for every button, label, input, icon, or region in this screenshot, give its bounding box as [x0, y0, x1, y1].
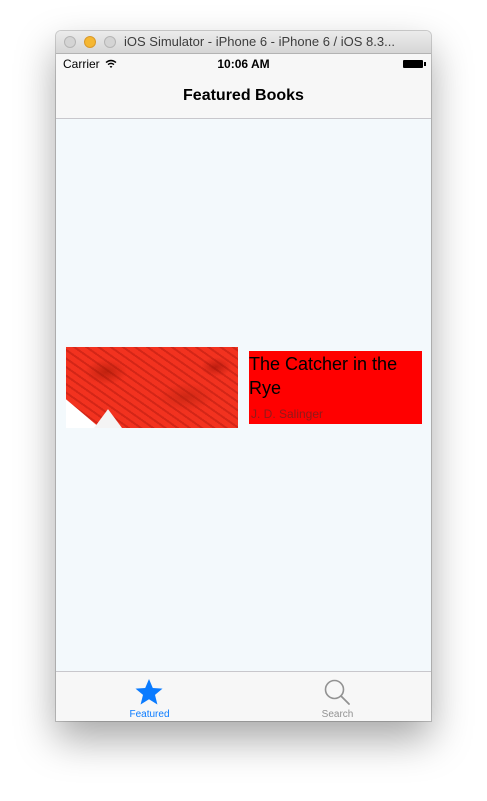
book-cell[interactable]: The Catcher in the Rye J. D. Salinger: [66, 347, 422, 429]
book-cover-image: [66, 347, 238, 428]
close-window-button[interactable]: [64, 36, 76, 48]
tab-featured[interactable]: Featured: [56, 672, 243, 721]
tab-bar: Featured Search: [56, 671, 431, 721]
screen: iOS Simulator - iPhone 6 - iPhone 6 / iO…: [0, 0, 487, 801]
window-title: iOS Simulator - iPhone 6 - iPhone 6 / iO…: [124, 34, 395, 49]
battery-icon: [403, 60, 426, 68]
tab-featured-label: Featured: [129, 709, 170, 720]
status-bar: Carrier 10:06 AM: [56, 54, 431, 74]
book-author: J. D. Salinger: [251, 407, 324, 421]
page-title: Featured Books: [183, 87, 304, 104]
magnifier-icon: [322, 677, 352, 707]
book-info: The Catcher in the Rye J. D. Salinger: [249, 351, 422, 424]
zoom-window-button[interactable]: [104, 36, 116, 48]
star-icon: [134, 677, 164, 707]
books-list[interactable]: The Catcher in the Rye J. D. Salinger: [56, 119, 431, 671]
book-title: The Catcher in the Rye: [249, 354, 398, 398]
window-titlebar[interactable]: iOS Simulator - iPhone 6 - iPhone 6 / iO…: [56, 31, 431, 54]
navigation-bar: Featured Books: [56, 74, 431, 119]
minimize-window-button[interactable]: [84, 36, 96, 48]
tab-search[interactable]: Search: [244, 672, 431, 721]
tab-search-label: Search: [321, 709, 354, 720]
simulator-window: iOS Simulator - iPhone 6 - iPhone 6 / iO…: [56, 31, 431, 721]
clock: 10:06 AM: [217, 57, 270, 71]
